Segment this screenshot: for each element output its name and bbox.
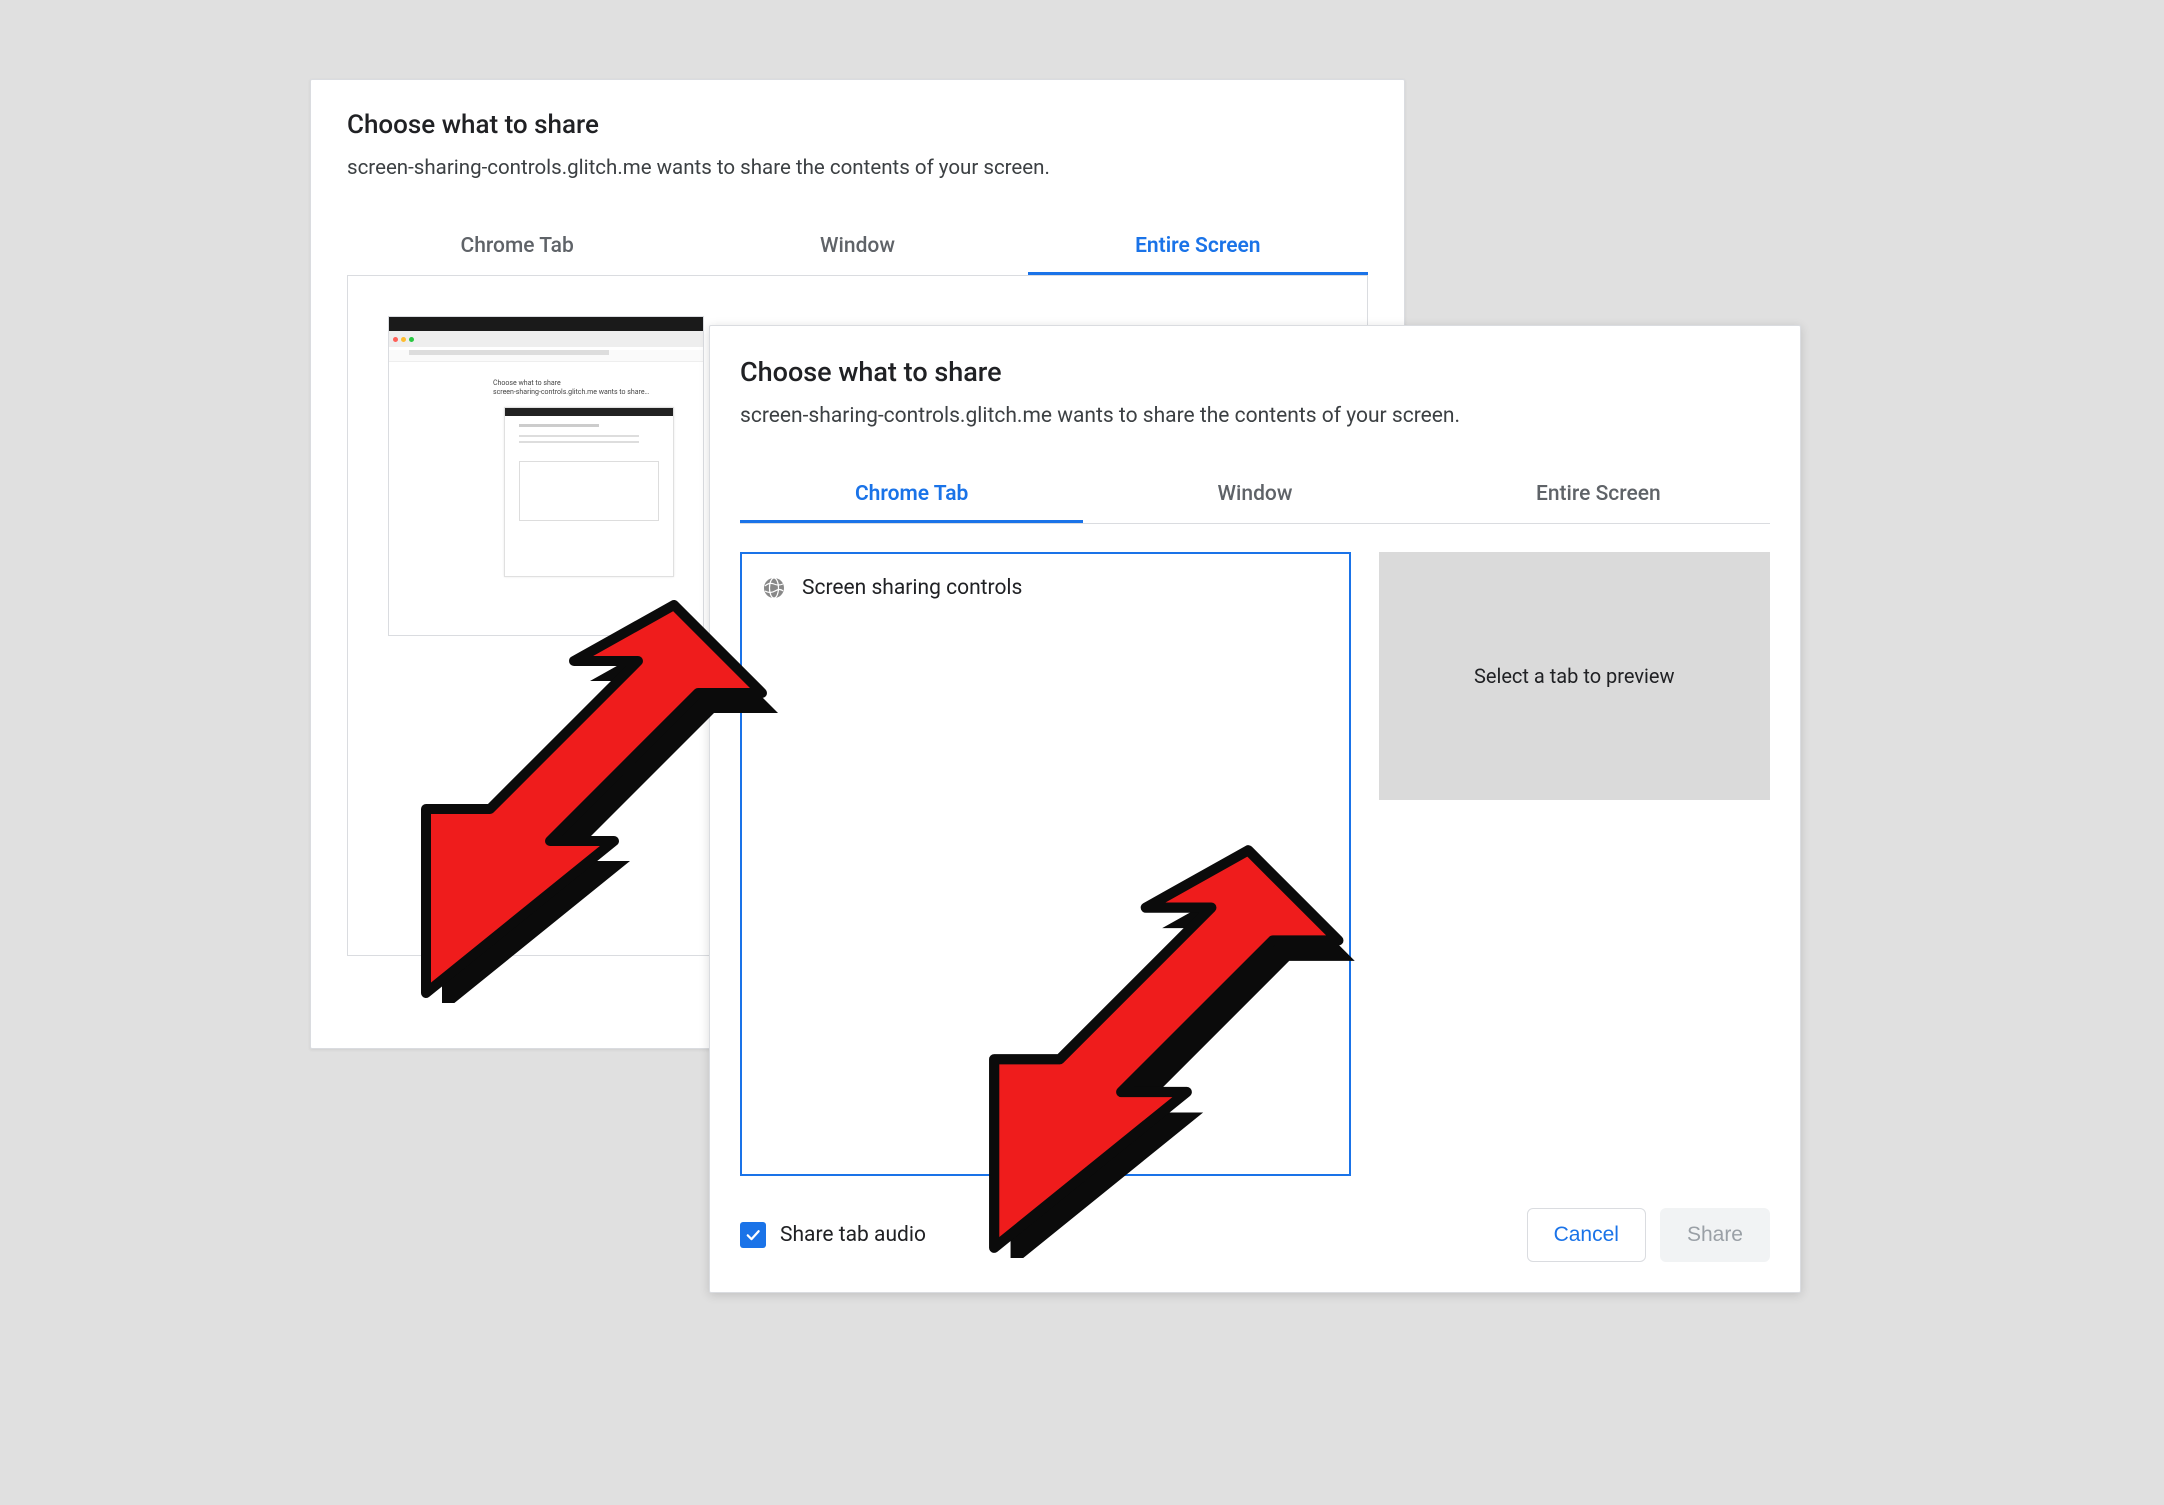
tab-list-item-label: Screen sharing controls	[802, 576, 1022, 600]
dialog-header: Choose what to share screen-sharing-cont…	[710, 356, 1800, 448]
share-button[interactable]: Share	[1660, 1208, 1770, 1262]
share-audio-checkbox[interactable]	[740, 1222, 766, 1248]
tab-entire-screen[interactable]: Entire Screen	[1427, 466, 1770, 523]
dialog-buttons: Cancel Share	[1527, 1208, 1770, 1262]
tab-entire-screen[interactable]: Entire Screen	[1028, 218, 1368, 275]
share-audio-option[interactable]: Share tab audio	[740, 1222, 926, 1248]
dialog-title: Choose what to share	[347, 110, 1368, 140]
tab-list[interactable]: Screen sharing controls	[740, 552, 1351, 1176]
dialog-header: Choose what to share screen-sharing-cont…	[311, 110, 1404, 200]
share-type-tabs: Chrome Tab Window Entire Screen	[740, 466, 1770, 524]
tab-list-item[interactable]: Screen sharing controls	[762, 572, 1329, 604]
dialog-footer: Share tab audio Cancel Share	[710, 1184, 1800, 1292]
tab-chrome-tab[interactable]: Chrome Tab	[740, 466, 1083, 523]
cancel-button[interactable]: Cancel	[1527, 1208, 1646, 1262]
share-audio-label: Share tab audio	[780, 1223, 926, 1247]
dialog-subtitle: screen-sharing-controls.glitch.me wants …	[347, 156, 1368, 180]
tab-chrome-tab[interactable]: Chrome Tab	[347, 218, 687, 275]
screen-thumbnail[interactable]: Choose what to sharescreen-sharing-contr…	[388, 316, 704, 636]
preview-placeholder-text: Select a tab to preview	[1474, 664, 1675, 688]
globe-icon	[762, 576, 786, 600]
dialog-title: Choose what to share	[740, 356, 1770, 388]
tab-window[interactable]: Window	[687, 218, 1027, 275]
tab-preview-placeholder: Select a tab to preview	[1379, 552, 1770, 800]
tab-selection-body: Screen sharing controls Select a tab to …	[740, 552, 1770, 1176]
share-dialog-chrome-tab: Choose what to share screen-sharing-cont…	[709, 325, 1801, 1293]
share-type-tabs: Chrome Tab Window Entire Screen	[347, 218, 1368, 276]
tab-window[interactable]: Window	[1083, 466, 1426, 523]
dialog-subtitle: screen-sharing-controls.glitch.me wants …	[740, 404, 1770, 428]
